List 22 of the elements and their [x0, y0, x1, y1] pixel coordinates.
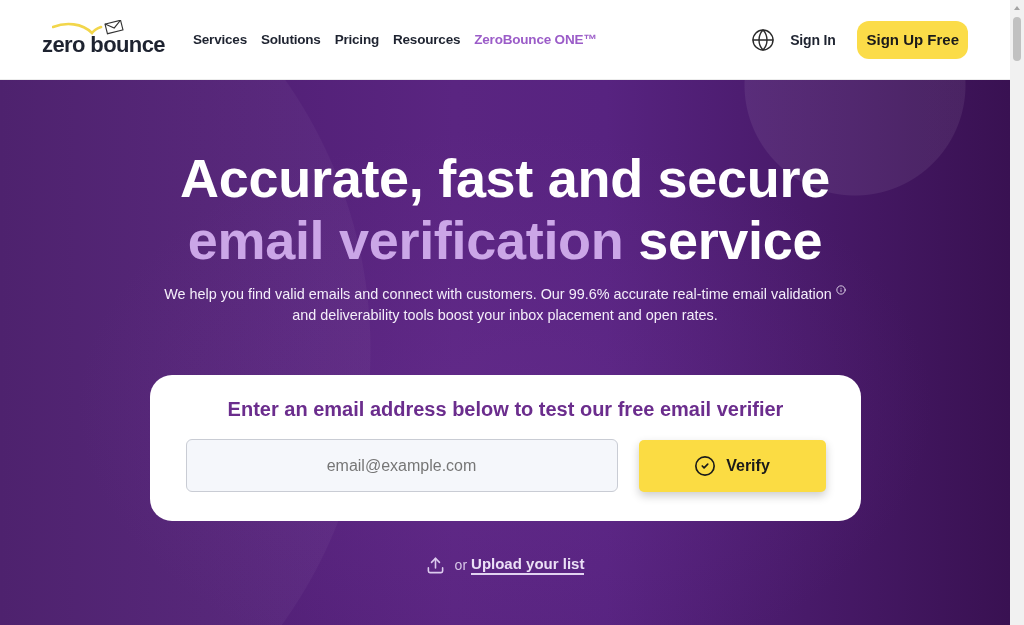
verifier-heading: Enter an email address below to test our free email verifier — [226, 397, 785, 422]
verify-button[interactable]: Verify — [638, 440, 826, 492]
check-circle-icon — [694, 455, 717, 477]
hero-description: We help you find valid emails and connect with customers. Our 99.6% accurate real-time email validation — [164, 285, 832, 304]
email-input[interactable]: email@example.com — [185, 439, 618, 492]
info-icon[interactable] — [835, 285, 846, 295]
nav-link[interactable]: Resources — [393, 32, 461, 47]
sign-in-link[interactable]: Sign In — [790, 31, 836, 48]
hero-description: and deliverability tools boost your inbox placement and open rates. — [292, 306, 718, 325]
nav-link[interactable]: Pricing — [334, 32, 379, 47]
nav-link[interactable]: ZeroBounce ONE™ — [474, 32, 597, 47]
logo[interactable]: zero bounce — [42, 19, 165, 56]
or-text: or — [454, 557, 468, 573]
nav-link[interactable]: Solutions — [260, 32, 321, 47]
upload-list-link[interactable]: Upload your list — [471, 555, 585, 575]
sign-up-button[interactable]: Sign Up Free — [857, 20, 968, 59]
upload-icon[interactable] — [425, 555, 445, 575]
nav-link[interactable]: Services — [193, 32, 247, 47]
swoosh-envelope-icon — [52, 19, 124, 36]
scrollbar[interactable] — [1010, 0, 1024, 625]
globe-icon[interactable] — [751, 27, 776, 52]
hero-headline: Accurate, fast and secure email verification service — [180, 147, 830, 271]
